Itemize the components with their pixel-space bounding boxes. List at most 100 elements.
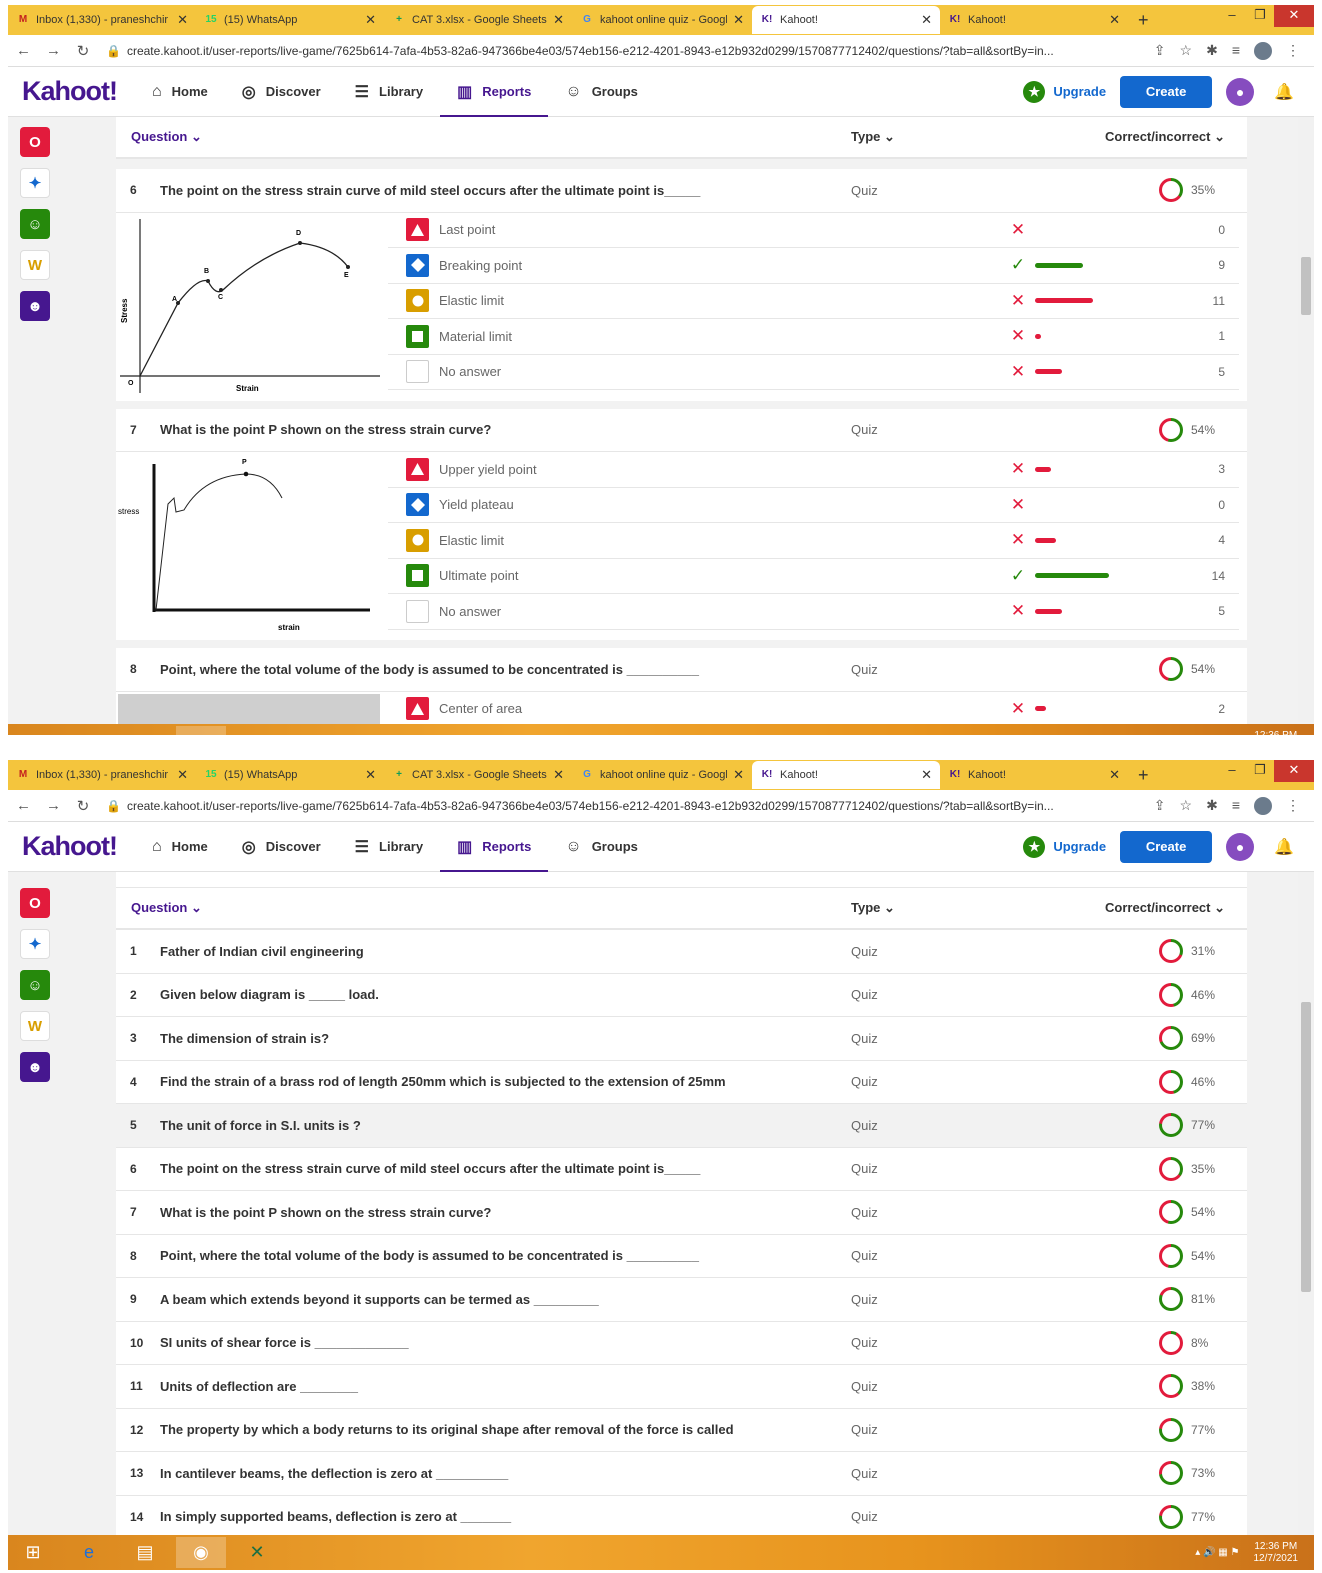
bookmark-star-icon[interactable]: ☆ (1180, 797, 1193, 815)
app-o-icon[interactable]: O (20, 888, 50, 918)
tab-close-icon[interactable]: ✕ (177, 12, 188, 28)
nav-groups[interactable]: ☺ Groups (548, 67, 655, 117)
app-o-icon[interactable]: O (20, 127, 50, 157)
reload-icon[interactable]: ↻ (76, 42, 90, 60)
excel-icon[interactable]: ✕ (232, 726, 282, 735)
ie-icon[interactable]: e (64, 726, 114, 735)
file-explorer-icon[interactable]: ▤ (120, 1537, 170, 1568)
back-icon[interactable]: ← (16, 42, 31, 59)
kahoot-logo[interactable]: Kahoot! (22, 831, 118, 862)
browser-tab[interactable]: K! Kahoot! ✕ (752, 761, 940, 789)
close-window-icon[interactable]: ✕ (1274, 5, 1314, 27)
close-window-icon[interactable]: ✕ (1274, 760, 1314, 782)
type-column-header[interactable]: Type ⌄ (851, 900, 1051, 916)
restore-icon[interactable]: ❐ (1246, 760, 1274, 782)
url-field[interactable]: 🔒 create.kahoot.it/user-reports/live-game… (106, 799, 1154, 813)
back-icon[interactable]: ← (16, 797, 31, 814)
profile-avatar[interactable] (1254, 796, 1272, 815)
more-icon[interactable]: ⋮ (1286, 42, 1300, 60)
type-column-header[interactable]: Type ⌄ (851, 129, 1051, 145)
nav-library[interactable]: ☰ Library (338, 822, 440, 872)
scrollbar-thumb[interactable] (1301, 257, 1311, 315)
upgrade-button[interactable]: ★ Upgrade (1023, 80, 1106, 103)
browser-tab[interactable]: Gkahoot online quiz - Googl ✕ (572, 761, 752, 789)
browser-tab[interactable]: K! Kahoot! ✕ (940, 6, 1128, 34)
tab-close-icon[interactable]: ✕ (733, 12, 744, 28)
bell-icon[interactable]: 🔔 (1274, 82, 1294, 102)
windows-start-icon[interactable]: ⊞ (8, 726, 58, 735)
file-explorer-icon[interactable]: ▤ (120, 726, 170, 735)
bookmark-star-icon[interactable]: ☆ (1180, 42, 1193, 60)
app-w-icon[interactable]: W (20, 250, 50, 280)
reload-icon[interactable]: ↻ (76, 797, 90, 815)
upgrade-button[interactable]: ★ Upgrade (1023, 835, 1106, 858)
create-button[interactable]: Create (1120, 830, 1213, 863)
question-row[interactable]: 7 What is the point P shown on the stres… (116, 1191, 1247, 1235)
tab-close-icon[interactable]: ✕ (1109, 767, 1120, 783)
app-chat-icon[interactable]: ☺ (20, 209, 50, 239)
ie-icon[interactable]: e (64, 1537, 114, 1568)
question-row[interactable]: 13 In cantilever beams, the deflection i… (116, 1452, 1247, 1496)
profile-avatar[interactable] (1254, 41, 1272, 60)
chrome-icon[interactable]: ◉ (176, 1537, 226, 1568)
minimize-icon[interactable]: – (1218, 760, 1246, 782)
app-w-icon[interactable]: W (20, 1011, 50, 1041)
new-tab-button[interactable]: + (1128, 765, 1159, 786)
app-pinwheel-icon[interactable]: ✦ (20, 929, 50, 959)
browser-tab[interactable]: M Inbox (1,330) - praneshchir ✕ (8, 761, 196, 789)
scrollbar[interactable] (1298, 117, 1314, 722)
browser-tab[interactable]: 15 (15) WhatsApp ✕ (196, 761, 384, 789)
question-row-6[interactable]: 6 The point on the stress strain curve o… (116, 169, 1247, 213)
more-icon[interactable]: ⋮ (1286, 797, 1300, 815)
browser-tab[interactable]: + CAT 3.xlsx - Google Sheets ✕ (384, 6, 572, 34)
app-chat-icon[interactable]: ☺ (20, 970, 50, 1000)
nav-library[interactable]: ☰ Library (338, 67, 440, 117)
tab-close-icon[interactable]: ✕ (365, 767, 376, 783)
share-icon[interactable]: ⇪ (1154, 797, 1166, 815)
question-column-header[interactable]: Question ⌄ (116, 900, 851, 916)
question-row[interactable]: 8 Point, where the total volume of the b… (116, 1234, 1247, 1278)
question-row[interactable]: 1 Father of Indian civil engineering Qui… (116, 930, 1247, 974)
app-pinwheel-icon[interactable]: ✦ (20, 168, 50, 198)
question-column-header[interactable]: Question ⌄ (116, 129, 851, 145)
correct-column-header[interactable]: Correct/incorrect ⌄ (1051, 900, 1247, 916)
scrollbar[interactable] (1298, 872, 1314, 1534)
tab-close-icon[interactable]: ✕ (553, 767, 564, 783)
tab-close-icon[interactable]: ✕ (553, 12, 564, 28)
windows-start-icon[interactable]: ⊞ (8, 1537, 58, 1568)
tab-close-icon[interactable]: ✕ (177, 767, 188, 783)
extensions-icon[interactable]: ✱ (1206, 797, 1218, 815)
nav-groups[interactable]: ☺ Groups (548, 822, 655, 872)
chrome-icon[interactable]: ◉ (176, 726, 226, 735)
bell-icon[interactable]: 🔔 (1274, 837, 1294, 857)
tab-close-icon[interactable]: ✕ (365, 12, 376, 28)
question-row[interactable]: 2 Given below diagram is _____ load. Qui… (116, 973, 1247, 1017)
clock[interactable]: 12:36 PM12/7/2021 (1254, 1541, 1299, 1565)
nav-reports[interactable]: ▥ Reports (440, 822, 549, 873)
nav-home[interactable]: ⌂ Home (135, 822, 225, 872)
extensions-icon[interactable]: ✱ (1206, 42, 1218, 60)
browser-tab[interactable]: K! Kahoot! ✕ (752, 6, 940, 34)
app-monster-icon[interactable]: ☻ (20, 1052, 50, 1082)
question-row[interactable]: 10 SI units of shear force is __________… (116, 1321, 1247, 1365)
question-row[interactable]: 9 A beam which extends beyond it support… (116, 1278, 1247, 1322)
question-row-8[interactable]: 8 Point, where the total volume of the b… (116, 648, 1247, 692)
tab-close-icon[interactable]: ✕ (921, 767, 932, 783)
nav-discover[interactable]: ◎ Discover (225, 822, 338, 872)
tray-icons[interactable]: ▴ 🔊 ▦ ⚑ (1195, 1547, 1239, 1558)
create-button[interactable]: Create (1120, 75, 1213, 108)
tab-close-icon[interactable]: ✕ (733, 767, 744, 783)
share-icon[interactable]: ⇪ (1154, 42, 1166, 60)
user-avatar[interactable]: ● (1226, 77, 1255, 106)
question-row[interactable]: 14 In simply supported beams, deflection… (116, 1495, 1247, 1535)
new-tab-button[interactable]: + (1128, 10, 1159, 31)
question-row-7[interactable]: 7 What is the point P shown on the stres… (116, 408, 1247, 452)
excel-icon[interactable]: ✕ (232, 1537, 282, 1568)
forward-icon[interactable]: → (46, 42, 61, 59)
question-row[interactable]: 12 The property by which a body returns … (116, 1408, 1247, 1452)
question-row[interactable]: 6 The point on the stress strain curve o… (116, 1147, 1247, 1191)
nav-reports[interactable]: ▥ Reports (440, 67, 549, 118)
app-monster-icon[interactable]: ☻ (20, 291, 50, 321)
kahoot-logo[interactable]: Kahoot! (22, 76, 118, 107)
nav-discover[interactable]: ◎ Discover (225, 67, 338, 117)
